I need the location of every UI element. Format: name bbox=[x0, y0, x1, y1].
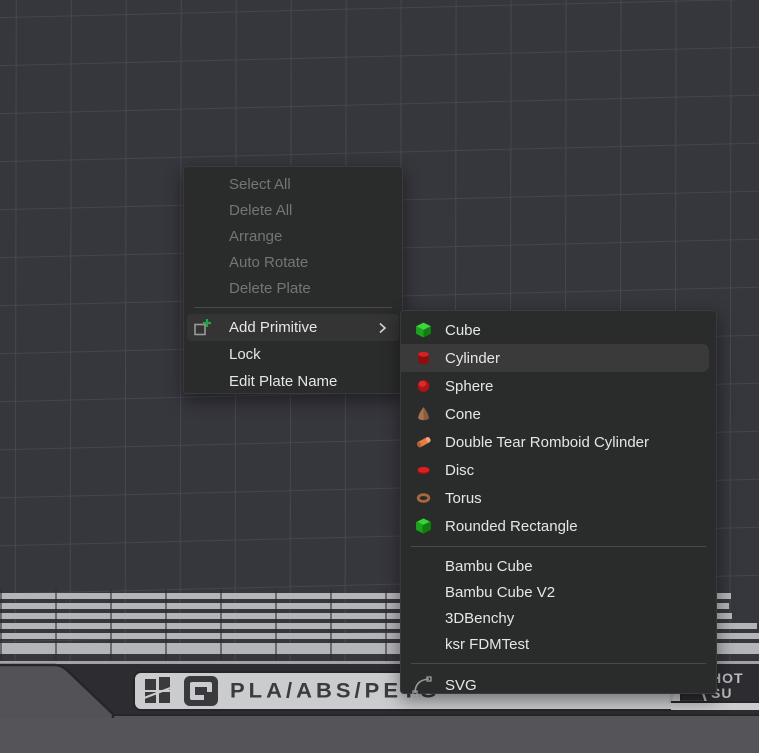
menu-separator bbox=[194, 307, 392, 308]
sphere-icon bbox=[415, 378, 432, 395]
submenu-item-torus[interactable]: Torus bbox=[401, 484, 716, 512]
submenu-item-rounded-rectangle[interactable]: Rounded Rectangle bbox=[401, 512, 716, 540]
submenu-separator bbox=[411, 663, 706, 664]
menu-item-auto-rotate[interactable]: Auto Rotate bbox=[184, 249, 402, 275]
cylinder-icon bbox=[415, 350, 432, 367]
submenu-item-bambu-cube-v2[interactable]: Bambu Cube V2 bbox=[401, 579, 716, 605]
menu-item-arrange[interactable]: Arrange bbox=[184, 223, 402, 249]
rounded-cube-icon bbox=[415, 518, 432, 535]
disc-icon bbox=[415, 462, 432, 479]
submenu-item-svg[interactable]: SVG bbox=[401, 670, 716, 700]
add-primitive-icon bbox=[193, 318, 212, 337]
menu-item-select-all[interactable]: Select All bbox=[184, 171, 402, 197]
submenu-item-3dbenchy[interactable]: 3DBenchy bbox=[401, 605, 716, 631]
submenu-item-bambu-cube[interactable]: Bambu Cube bbox=[401, 553, 716, 579]
submenu-separator bbox=[411, 546, 706, 547]
submenu-item-cylinder[interactable]: Cylinder bbox=[401, 344, 709, 372]
submenu-item-double-tear-romboid-cylinder[interactable]: Double Tear Romboid Cylinder bbox=[401, 428, 716, 456]
menu-item-delete-plate[interactable]: Delete Plate bbox=[184, 275, 402, 301]
submenu-item-cone[interactable]: Cone bbox=[401, 400, 716, 428]
menu-item-add-primitive[interactable]: Add Primitive bbox=[187, 314, 399, 341]
add-primitive-submenu: Cube Cylinder Sphere bbox=[400, 310, 717, 694]
plate-corner-cutout bbox=[0, 660, 130, 718]
plate-corner-strip bbox=[671, 701, 759, 710]
menu-item-edit-plate-name[interactable]: Edit Plate Name bbox=[184, 368, 402, 395]
plate-brand-logo-icon bbox=[184, 676, 218, 706]
menu-item-lock[interactable]: Lock bbox=[184, 341, 402, 368]
bambu-lab-logo-icon bbox=[145, 677, 172, 705]
cube-icon bbox=[415, 322, 432, 339]
submenu-item-cube[interactable]: Cube bbox=[401, 316, 716, 344]
torus-icon bbox=[415, 490, 432, 507]
bezier-curve-icon bbox=[411, 673, 435, 697]
context-menu: Select All Delete All Arrange Auto Rotat… bbox=[183, 166, 403, 394]
tilted-cylinder-icon bbox=[415, 434, 432, 451]
submenu-item-disc[interactable]: Disc bbox=[401, 456, 716, 484]
menu-item-delete-all[interactable]: Delete All bbox=[184, 197, 402, 223]
submenu-item-sphere[interactable]: Sphere bbox=[401, 372, 716, 400]
slicer-viewport: PLA/ABS/PETG HOT SU Select All Delete Al… bbox=[0, 0, 759, 753]
chevron-right-icon bbox=[375, 321, 389, 335]
outside-plate-area bbox=[0, 714, 759, 753]
cone-icon bbox=[415, 406, 432, 423]
submenu-item-ksr-fdmtest[interactable]: ksr FDMTest bbox=[401, 631, 716, 657]
